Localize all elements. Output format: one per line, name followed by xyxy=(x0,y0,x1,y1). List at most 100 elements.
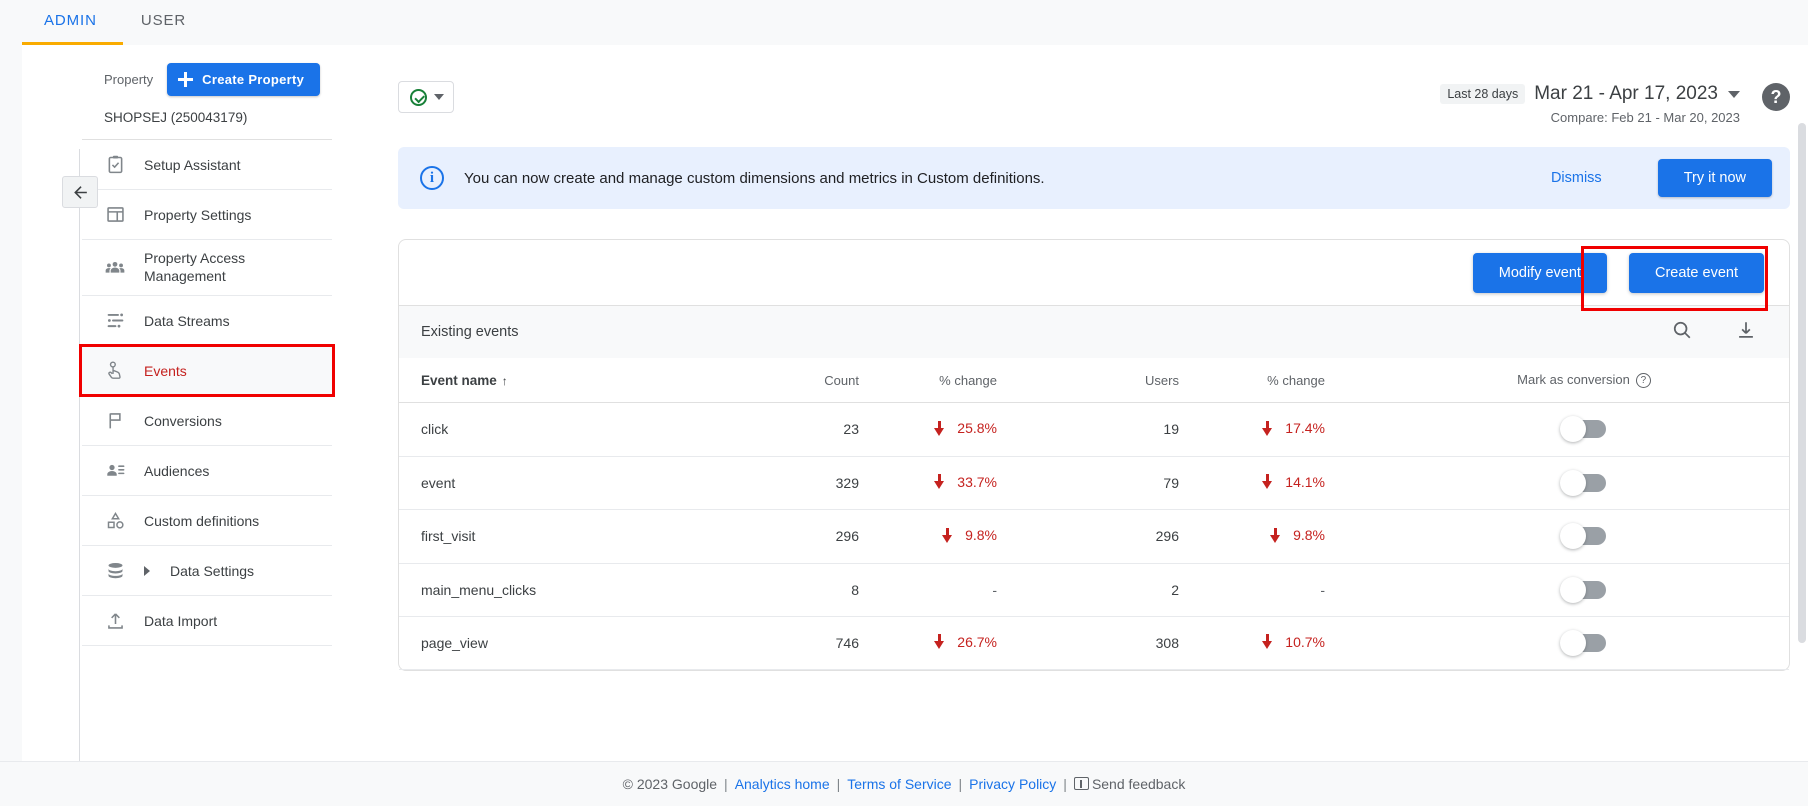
events-table-body: click2325.8%1917.4%event32933.7%7914.1%f… xyxy=(399,403,1789,670)
events-card: Modify event Create event Existing event… xyxy=(398,239,1790,671)
download-icon[interactable] xyxy=(1735,319,1757,346)
modify-event-button[interactable]: Modify event xyxy=(1473,253,1607,293)
conversion-toggle[interactable] xyxy=(1562,474,1606,492)
help-button[interactable]: ? xyxy=(1762,83,1790,111)
sidebar-item-label: Audiences xyxy=(144,463,209,479)
sidebar-item-data-settings[interactable]: Data Settings xyxy=(82,546,332,596)
change-value: 10.7% xyxy=(1285,634,1325,650)
footer-link-privacy-policy[interactable]: Privacy Policy xyxy=(969,776,1056,792)
date-range-value[interactable]: Mar 21 - Apr 17, 2023 xyxy=(1534,83,1718,105)
cell-change: 9.8% xyxy=(1179,510,1379,564)
cell-users: 2 xyxy=(1059,563,1179,616)
chevron-down-icon xyxy=(434,94,444,100)
change-value: 33.7% xyxy=(957,474,997,490)
banner-message: You can now create and manage custom dim… xyxy=(464,170,1531,187)
cell-change: 10.7% xyxy=(1179,616,1379,670)
col-event-name[interactable]: Event name↑ xyxy=(399,358,739,403)
footer-link-terms-of-service[interactable]: Terms of Service xyxy=(847,776,951,792)
events-table-head: Event name↑ Count % change Users % chang… xyxy=(399,358,1789,403)
content-header: Last 28 days Mar 21 - Apr 17, 2023 Compa… xyxy=(398,45,1808,125)
sidebar-item-events[interactable]: Events xyxy=(82,346,332,396)
toggle-knob xyxy=(1560,577,1586,603)
sidebar-item-setup-assistant[interactable]: Setup Assistant xyxy=(82,140,332,190)
conversion-toggle[interactable] xyxy=(1562,420,1606,438)
create-property-button[interactable]: Create Property xyxy=(167,63,320,96)
footer-link-analytics-home[interactable]: Analytics home xyxy=(735,776,830,792)
sidebar-item-data-import[interactable]: Data Import xyxy=(82,596,332,646)
card-action-bar: Modify event Create event xyxy=(399,240,1789,306)
change-value: 9.8% xyxy=(965,527,997,543)
cell-change: 33.7% xyxy=(859,456,1059,510)
account-status-chip[interactable] xyxy=(398,81,454,113)
cell-mark-as-conversion xyxy=(1379,616,1789,670)
date-compare-label: Compare: Feb 21 - Mar 20, 2023 xyxy=(1440,110,1740,125)
conversion-toggle[interactable] xyxy=(1562,581,1606,599)
search-icon[interactable] xyxy=(1671,319,1693,346)
cell-mark-as-conversion xyxy=(1379,456,1789,510)
help-question-icon[interactable]: ? xyxy=(1636,373,1651,388)
flag-icon xyxy=(104,410,126,432)
cell-mark-as-conversion xyxy=(1379,510,1789,564)
tab-user[interactable]: USER xyxy=(119,0,208,45)
back-connector-top xyxy=(79,149,80,177)
sidebar-item-data-streams[interactable]: Data Streams xyxy=(82,296,332,346)
toggle-knob xyxy=(1560,630,1586,656)
cell-change: 9.8% xyxy=(859,510,1059,564)
send-feedback-label: Send feedback xyxy=(1092,776,1185,792)
conversion-toggle[interactable] xyxy=(1562,527,1606,545)
cell-mark-as-conversion xyxy=(1379,403,1789,457)
date-range-picker[interactable]: Last 28 days Mar 21 - Apr 17, 2023 Compa… xyxy=(1440,81,1740,125)
sidebar-item-label: Data Settings xyxy=(170,563,254,579)
change-value: 26.7% xyxy=(957,634,997,650)
sidebar-item-label: Conversions xyxy=(144,413,222,429)
table-header-row: Event name↑ Count % change Users % chang… xyxy=(399,358,1789,403)
streams-icon xyxy=(104,310,126,332)
chevron-right-icon xyxy=(144,566,150,576)
cell-event-name[interactable]: click xyxy=(399,403,739,457)
sidebar-item-custom-definitions[interactable]: Custom definitions xyxy=(82,496,332,546)
col-users-change[interactable]: % change xyxy=(1179,358,1379,403)
table-row[interactable]: page_view746 26.7% 308 10.7% xyxy=(399,616,1789,670)
create-event-button[interactable]: Create event xyxy=(1629,253,1764,293)
col-event-name-label: Event name xyxy=(421,373,497,388)
col-users[interactable]: Users xyxy=(1059,358,1179,403)
plus-icon xyxy=(178,72,193,87)
table-row[interactable]: first_visit2969.8%2969.8% xyxy=(399,510,1789,564)
existing-events-title: Existing events xyxy=(421,324,519,340)
sidebar-item-audiences[interactable]: Audiences xyxy=(82,446,332,496)
collapse-sidebar-button[interactable] xyxy=(62,176,98,208)
events-table: Event name↑ Count % change Users % chang… xyxy=(399,358,1789,670)
create-property-label: Create Property xyxy=(202,72,304,87)
send-feedback-button[interactable]: Send feedback xyxy=(1074,776,1185,792)
arrow-down-icon xyxy=(942,528,953,543)
sidebar-item-conversions[interactable]: Conversions xyxy=(82,396,332,446)
toggle-knob xyxy=(1560,470,1586,496)
sidebar-item-property-settings[interactable]: Property Settings xyxy=(82,190,332,240)
conversion-toggle[interactable] xyxy=(1562,634,1606,652)
col-count[interactable]: Count xyxy=(739,358,859,403)
layout-icon xyxy=(104,204,126,226)
table-row[interactable]: main_menu_clicks8-2- xyxy=(399,563,1789,616)
sidebar-nav-list: Setup Assistant Property Settings xyxy=(82,140,332,646)
cell-users: 308 xyxy=(1059,616,1179,670)
content-scrollbar-thumb[interactable] xyxy=(1798,123,1806,643)
dismiss-button[interactable]: Dismiss xyxy=(1551,170,1602,186)
arrow-down-icon xyxy=(1262,421,1273,436)
property-label: Property xyxy=(104,72,153,87)
change-value: 25.8% xyxy=(957,420,997,436)
cell-event-name[interactable]: event xyxy=(399,456,739,510)
col-count-change[interactable]: % change xyxy=(859,358,1059,403)
try-it-now-button[interactable]: Try it now xyxy=(1658,159,1772,197)
tab-admin[interactable]: ADMIN xyxy=(22,0,119,45)
cell-event-name[interactable]: first_visit xyxy=(399,510,739,564)
cell-change: - xyxy=(1179,563,1379,616)
sidebar-item-label: Data Import xyxy=(144,613,217,629)
table-row[interactable]: event32933.7%7914.1% xyxy=(399,456,1789,510)
cell-count: 8 xyxy=(739,563,859,616)
footer-separator: | xyxy=(1063,776,1067,792)
table-row[interactable]: click2325.8%1917.4% xyxy=(399,403,1789,457)
cell-count: 746 xyxy=(739,616,859,670)
cell-event-name[interactable]: page_view xyxy=(399,616,739,670)
cell-event-name[interactable]: main_menu_clicks xyxy=(399,563,739,616)
sidebar-item-property-access-management[interactable]: Property Access Management xyxy=(82,240,332,296)
